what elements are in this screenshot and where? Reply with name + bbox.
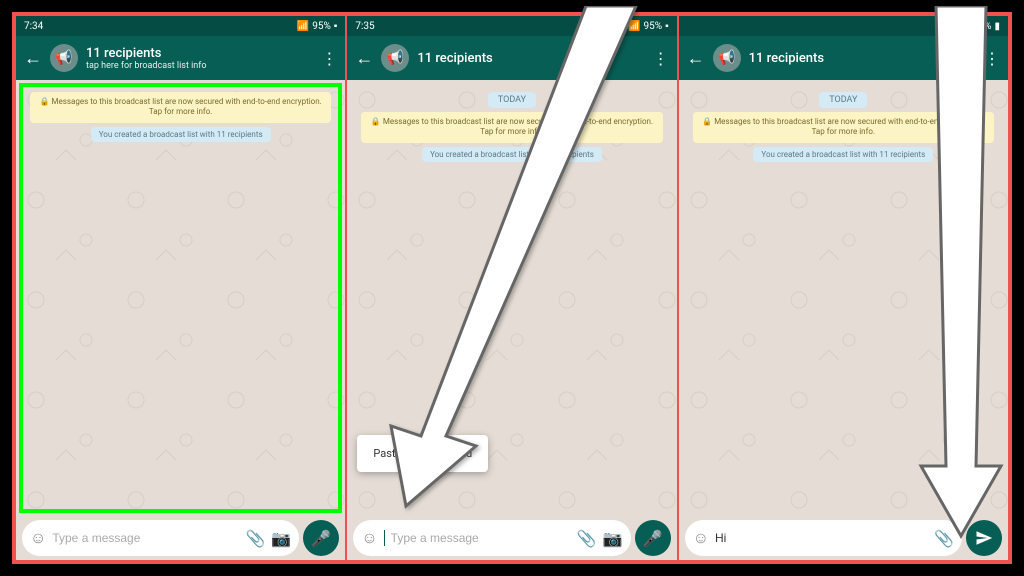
clipboard-option[interactable]: Clipboard [413,443,484,464]
chat-header: ← 📢 11 recipients tap here for broadcast… [16,36,345,80]
context-menu: Paste Clipboard [357,435,488,472]
chat-title: 11 recipients [86,46,313,61]
paste-option[interactable]: Paste [361,443,413,464]
camera-icon[interactable]: 📷 [271,529,291,548]
attach-icon[interactable]: 📎 [577,529,597,548]
menu-icon[interactable]: ⋮ [653,49,669,68]
created-chip: You created a broadcast list with 11 rec… [91,127,271,142]
screen-2: 7:35 📶 95% ▪ ← 📢 11 recipients ⋮ TODAY M… [347,16,676,560]
message-input-container[interactable]: ☺ 📎 📷 [353,520,630,556]
attach-icon[interactable]: 📎 [934,529,954,548]
encryption-banner[interactable]: Messages to this broadcast list are now … [361,112,662,143]
text-cursor [384,530,385,546]
status-time: 7:35 [355,21,374,32]
chat-subtitle: tap here for broadcast list info [86,61,313,71]
mic-button[interactable]: 🎤 [303,520,339,556]
emoji-icon[interactable]: ☺ [361,528,377,548]
menu-icon[interactable]: ⋮ [321,49,337,68]
chat-body[interactable]: TODAY Messages to this broadcast list ar… [347,80,676,516]
encryption-banner[interactable]: Messages to this broadcast list are now … [30,92,331,123]
status-right: 📶 95% ▪ [628,21,669,32]
screen-3: 📶 100% ▮ ← 📢 11 recipients ⋮ TODAY Messa… [679,16,1008,560]
header-text[interactable]: 11 recipients [417,51,644,66]
chat-header: ← 📢 11 recipients ⋮ [347,36,676,80]
created-chip: You created a broadcast list with 11 rec… [753,147,933,162]
header-text[interactable]: 11 recipients [749,51,976,66]
status-bar: 7:35 📶 95% ▪ [347,16,676,36]
emoji-icon[interactable]: ☺ [693,528,709,548]
send-button[interactable] [966,520,1002,556]
chat-body[interactable]: TODAY Messages to this broadcast list ar… [679,80,1008,516]
menu-icon[interactable]: ⋮ [984,49,1000,68]
message-input-container[interactable]: ☺ 📎 [685,520,962,556]
screen-1: 7:34 📶 95% ▪ ← 📢 11 recipients tap here … [16,16,345,560]
highlight-annotation [19,83,342,513]
attach-icon[interactable]: 📎 [245,529,265,548]
tutorial-container: 7:34 📶 95% ▪ ← 📢 11 recipients tap here … [12,12,1012,564]
encryption-banner[interactable]: Messages to this broadcast list are now … [693,112,994,143]
message-input[interactable] [715,531,928,545]
broadcast-avatar-icon[interactable]: 📢 [381,44,409,72]
status-time: 7:34 [24,21,43,32]
status-bar: 7:34 📶 95% ▪ [16,16,345,36]
chat-body[interactable]: Messages to this broadcast list are now … [16,80,345,516]
input-bar: ☺ 📎 📷 🎤 [347,516,676,560]
input-bar: ☺ 📎 📷 🎤 [16,516,345,560]
status-right: 📶 100% ▮ [952,21,1000,32]
date-chip: TODAY [819,92,867,108]
message-input[interactable] [52,531,239,545]
back-icon[interactable]: ← [24,48,42,69]
chat-title: 11 recipients [749,51,976,66]
emoji-icon[interactable]: ☺ [30,528,46,548]
date-chip: TODAY [488,92,536,108]
camera-icon[interactable]: 📷 [603,529,623,548]
created-chip: You created a broadcast list with 11 rec… [422,147,602,162]
message-input-container[interactable]: ☺ 📎 📷 [22,520,299,556]
send-icon [975,529,993,547]
broadcast-avatar-icon[interactable]: 📢 [713,44,741,72]
header-text[interactable]: 11 recipients tap here for broadcast lis… [86,46,313,71]
chat-header: ← 📢 11 recipients ⋮ [679,36,1008,80]
input-bar: ☺ 📎 [679,516,1008,560]
back-icon[interactable]: ← [355,48,373,69]
back-icon[interactable]: ← [687,48,705,69]
mic-button[interactable]: 🎤 [635,520,671,556]
broadcast-avatar-icon[interactable]: 📢 [50,44,78,72]
message-input[interactable] [391,531,571,545]
chat-title: 11 recipients [417,51,644,66]
status-bar: 📶 100% ▮ [679,16,1008,36]
status-right: 📶 95% ▪ [297,21,338,32]
